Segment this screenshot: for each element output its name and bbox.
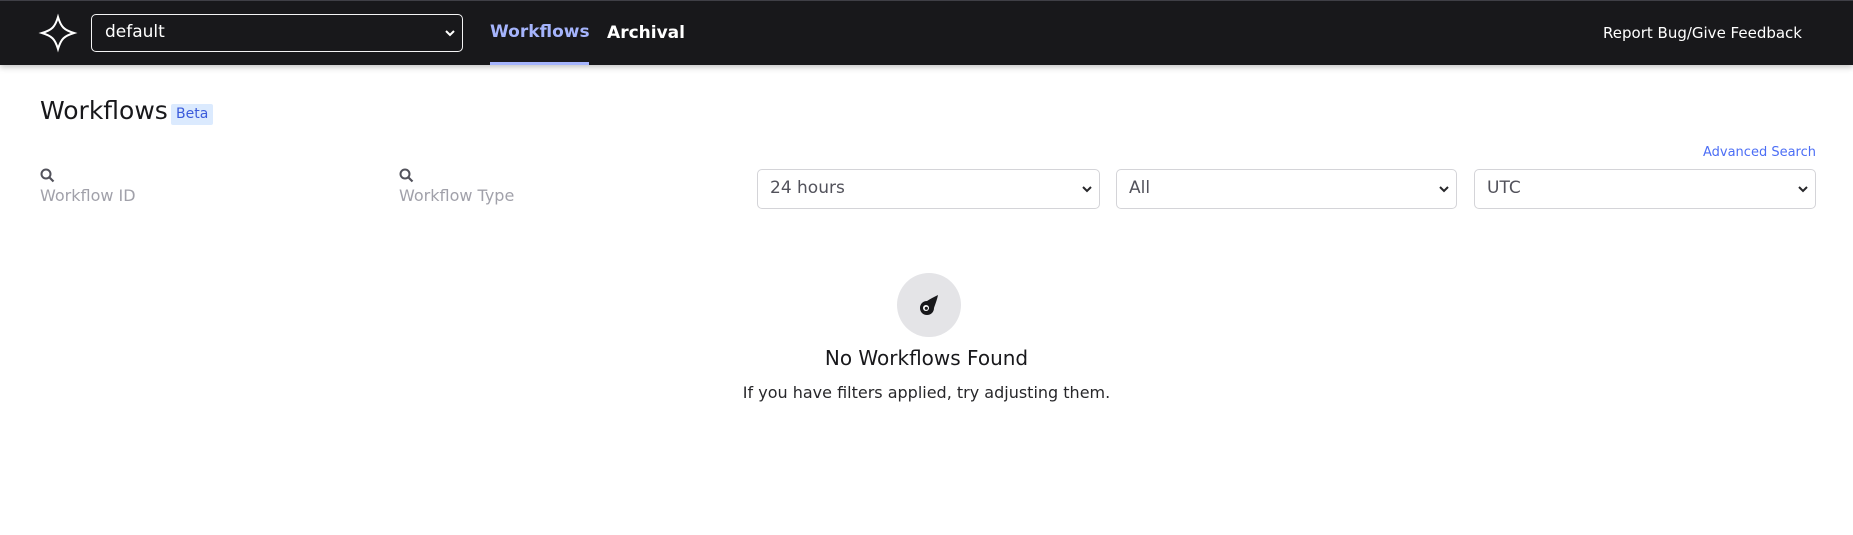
time-range-select[interactable]: 24 hours (757, 169, 1100, 209)
workflow-type-placeholder: Workflow Type (399, 186, 515, 205)
beta-badge: Beta (171, 104, 214, 125)
chevron-down-icon (1439, 186, 1449, 193)
empty-state-title: No Workflows Found (824, 346, 1029, 370)
nav-tab-workflows[interactable]: Workflows (490, 1, 590, 65)
chevron-down-icon (445, 30, 455, 37)
search-icon (399, 168, 414, 183)
workflow-id-search-input[interactable]: Workflow ID (40, 166, 380, 210)
empty-state-icon-container (897, 273, 961, 337)
search-icon (40, 168, 55, 183)
status-select[interactable]: All (1116, 169, 1457, 209)
workflow-type-search-input[interactable]: Workflow Type (399, 166, 739, 210)
report-bug-feedback-link[interactable]: Report Bug/Give Feedback (1603, 1, 1802, 65)
timezone-select[interactable]: UTC (1474, 169, 1816, 209)
top-navigation-bar: default Workflows Archival Report Bug/Gi… (0, 0, 1853, 65)
time-range-value: 24 hours (770, 178, 845, 198)
comet-icon (920, 295, 938, 315)
temporal-logo-icon[interactable] (38, 13, 78, 53)
page-title: Workflows (40, 96, 168, 125)
workflow-id-placeholder: Workflow ID (40, 186, 136, 205)
timezone-value: UTC (1487, 178, 1521, 198)
chevron-down-icon (1798, 186, 1808, 193)
status-value: All (1129, 178, 1151, 198)
advanced-search-link[interactable]: Advanced Search (1703, 145, 1816, 160)
chevron-down-icon (1082, 186, 1092, 193)
nav-tab-archival[interactable]: Archival (607, 1, 685, 65)
empty-state-message: If you have filters applied, try adjusti… (742, 383, 1111, 402)
namespace-select-value: default (105, 22, 165, 42)
namespace-select[interactable]: default (91, 14, 463, 52)
